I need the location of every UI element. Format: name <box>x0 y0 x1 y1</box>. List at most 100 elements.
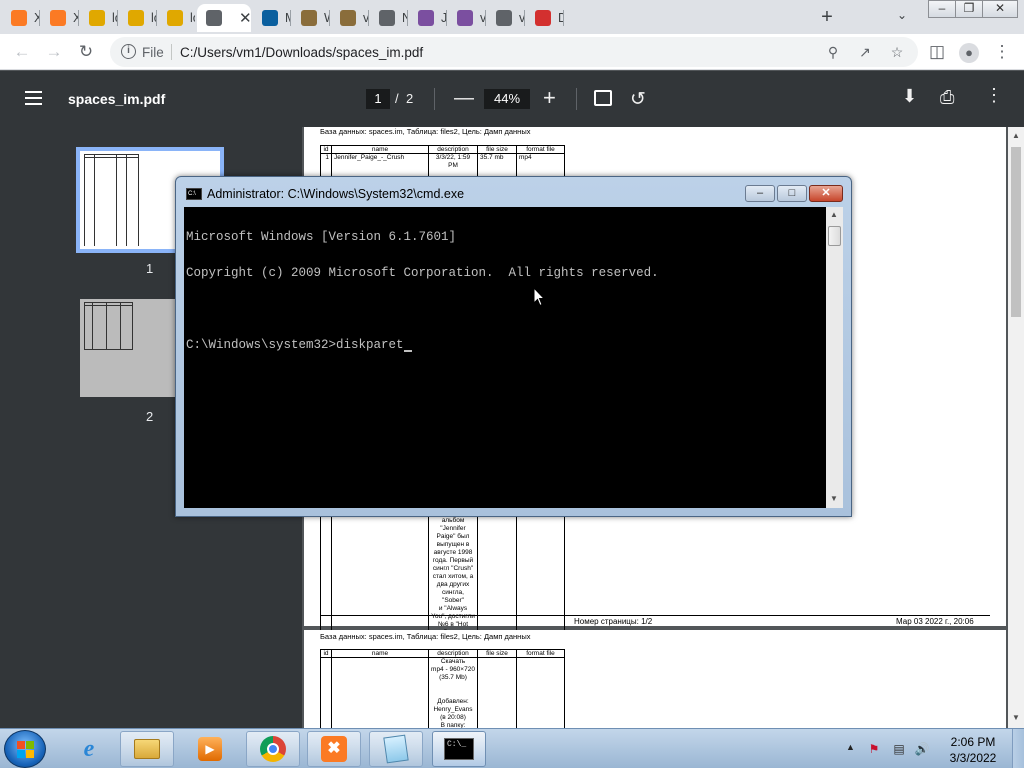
info-icon[interactable]: i <box>121 44 136 59</box>
profile-avatar[interactable]: ● <box>957 40 981 64</box>
menu-icon[interactable] <box>25 91 42 105</box>
fit-page-icon[interactable] <box>594 90 612 106</box>
ie-icon[interactable]: e <box>62 731 116 767</box>
table-row: Скачать mp4 - 960×720 (35.7 Mb) Добавлен: He… <box>320 657 565 728</box>
page-number-input[interactable]: 1 <box>366 89 390 109</box>
browser-toolbar: ← → ↻ i File C:/Users/vm1/Downloads/spac… <box>0 34 1024 70</box>
footer-date: Мар 03 2022 г., 20:06 <box>896 617 974 626</box>
explorer-icon[interactable] <box>120 731 174 767</box>
omnibox-divider <box>171 44 172 60</box>
print-icon[interactable]: ⎙ <box>940 87 954 108</box>
start-button[interactable] <box>4 730 46 768</box>
browser-tab[interactable]: XA <box>41 4 78 32</box>
chrome-icon[interactable] <box>246 731 300 767</box>
cmd-maximize-button[interactable]: □ <box>777 185 807 202</box>
browser-tab[interactable]: loc <box>80 4 117 32</box>
browser-tab[interactable]: vie <box>448 4 485 32</box>
console-prompt-line[interactable]: C:\Windows\system32>diskparet <box>186 338 404 352</box>
browser-tab[interactable]: My <box>253 4 290 32</box>
column-header: name <box>331 649 429 658</box>
tab-close-icon[interactable]: ✕ <box>239 9 251 27</box>
volume-icon[interactable]: 🔊 <box>914 741 930 757</box>
tab-separator <box>368 10 369 26</box>
zoom-icon[interactable]: ⚲ <box>823 42 843 62</box>
reload-button[interactable]: ↻ <box>74 40 98 64</box>
back-button[interactable]: ← <box>10 40 34 64</box>
tab-separator <box>524 10 525 26</box>
action-center-icon[interactable]: ⚑ <box>866 741 882 757</box>
toolbar-divider <box>434 88 435 110</box>
column-header: id <box>320 145 332 154</box>
scrollbar-thumb[interactable] <box>1011 147 1021 317</box>
rotate-icon[interactable]: ↺ <box>630 88 646 111</box>
pdf-toolbar: spaces_im.pdf 1 / 2 — 44% + ↺ ⬇ ⎙ ⋮ <box>0 71 1024 127</box>
tab-separator <box>485 10 486 26</box>
globe-icon <box>206 10 222 26</box>
description-line: Добавлен: <box>437 698 469 705</box>
clock-time[interactable]: 2:06 PM <box>946 735 1000 749</box>
clock-date[interactable]: 3/3/2022 <box>946 751 1000 765</box>
browser-tab[interactable]: ✕ <box>197 4 251 32</box>
close-window-button[interactable]: ✕ <box>982 0 1018 18</box>
cmd-scrollbar-thumb[interactable] <box>828 226 841 246</box>
address-bar[interactable]: i File C:/Users/vm1/Downloads/spaces_im.… <box>110 37 918 67</box>
share-icon[interactable]: ↗ <box>855 42 875 62</box>
browser-tab[interactable]: loc <box>119 4 156 32</box>
column-header: id <box>320 649 332 658</box>
cmd-minimize-button[interactable]: – <box>745 185 775 202</box>
tab-separator <box>329 10 330 26</box>
chrome-menu-icon[interactable]: ⋮ <box>990 40 1014 64</box>
column-header: file size <box>477 649 517 658</box>
tab-search-icon[interactable]: ⌄ <box>897 8 907 22</box>
bookmark-star-icon[interactable]: ☆ <box>887 42 907 62</box>
chrome-icon <box>379 10 395 26</box>
more-options-icon[interactable]: ⋮ <box>985 85 1003 106</box>
description-line: сингла, "Sober" <box>442 589 464 604</box>
browser-tab[interactable]: WE <box>292 4 329 32</box>
tab-separator <box>446 10 447 26</box>
media-player-icon[interactable]: ▶ <box>183 731 237 767</box>
zoom-in-button[interactable]: + <box>543 85 556 111</box>
cmd-window[interactable]: C:\ Administrator: C:\Windows\System32\c… <box>175 176 852 517</box>
console-output[interactable]: Microsoft Windows [Version 6.1.7601] Cop… <box>184 207 826 508</box>
xampp-icon[interactable]: ✖ <box>307 731 361 767</box>
taskbar: e ▶ ✖ C:\_ ▲ ⚑ ▤ 🔊 2:06 PM 3/3/2022 <box>0 728 1024 768</box>
column-header: file size <box>477 145 517 154</box>
cmd-scrollbar[interactable]: ▲ ▼ <box>826 207 843 508</box>
tab-separator <box>39 10 40 26</box>
new-tab-button[interactable]: + <box>816 6 838 28</box>
notepad-icon[interactable] <box>369 731 423 767</box>
description-line: года. Первый <box>432 557 474 564</box>
cell-description: Скачать mp4 - 960×720 (35.7 Mb) Добавлен: He… <box>428 657 478 728</box>
cmd-window-title: Administrator: C:\Windows\System32\cmd.e… <box>207 187 465 201</box>
browser-tab[interactable]: Ne <box>370 4 407 32</box>
browser-tab[interactable]: XA <box>2 4 39 32</box>
description-line: Скачать <box>440 658 466 665</box>
side-panel-icon[interactable]: ◫ <box>925 40 949 64</box>
zoom-out-button[interactable]: — <box>454 87 474 110</box>
minimize-button[interactable]: – <box>928 0 956 18</box>
restore-button[interactable]: ❐ <box>955 0 983 18</box>
browser-tab[interactable]: vie <box>331 4 368 32</box>
zoom-level-input[interactable]: 44% <box>484 89 530 109</box>
browser-tab[interactable]: Jer <box>409 4 446 32</box>
column-header: format file <box>516 145 565 154</box>
description-date: 3/3/22, 1:59 PM <box>435 154 471 169</box>
download-icon[interactable]: ⬇ <box>902 86 917 107</box>
pdf-scrollbar[interactable]: ▲ ▼ <box>1008 127 1024 728</box>
url-text[interactable]: C:/Users/vm1/Downloads/spaces_im.pdf <box>180 45 423 60</box>
browser-tab[interactable]: loc <box>158 4 195 32</box>
description-line: выпущен в <box>436 541 470 548</box>
network-icon[interactable]: ▤ <box>891 741 907 757</box>
tray-expand-icon[interactable]: ▲ <box>846 742 855 752</box>
show-desktop-button[interactable] <box>1012 729 1024 768</box>
phpmyadmin-icon <box>89 10 105 26</box>
column-header: name <box>331 145 429 154</box>
browser-tab[interactable]: vie <box>487 4 524 32</box>
forward-button[interactable]: → <box>42 40 66 64</box>
browser-tab[interactable]: Do <box>526 4 563 32</box>
tab-separator <box>407 10 408 26</box>
page-header: База данных: spaces.im, Таблица: files2,… <box>320 632 531 641</box>
cmd-icon[interactable]: C:\_ <box>432 731 486 767</box>
cmd-close-button[interactable]: ✕ <box>809 185 843 202</box>
